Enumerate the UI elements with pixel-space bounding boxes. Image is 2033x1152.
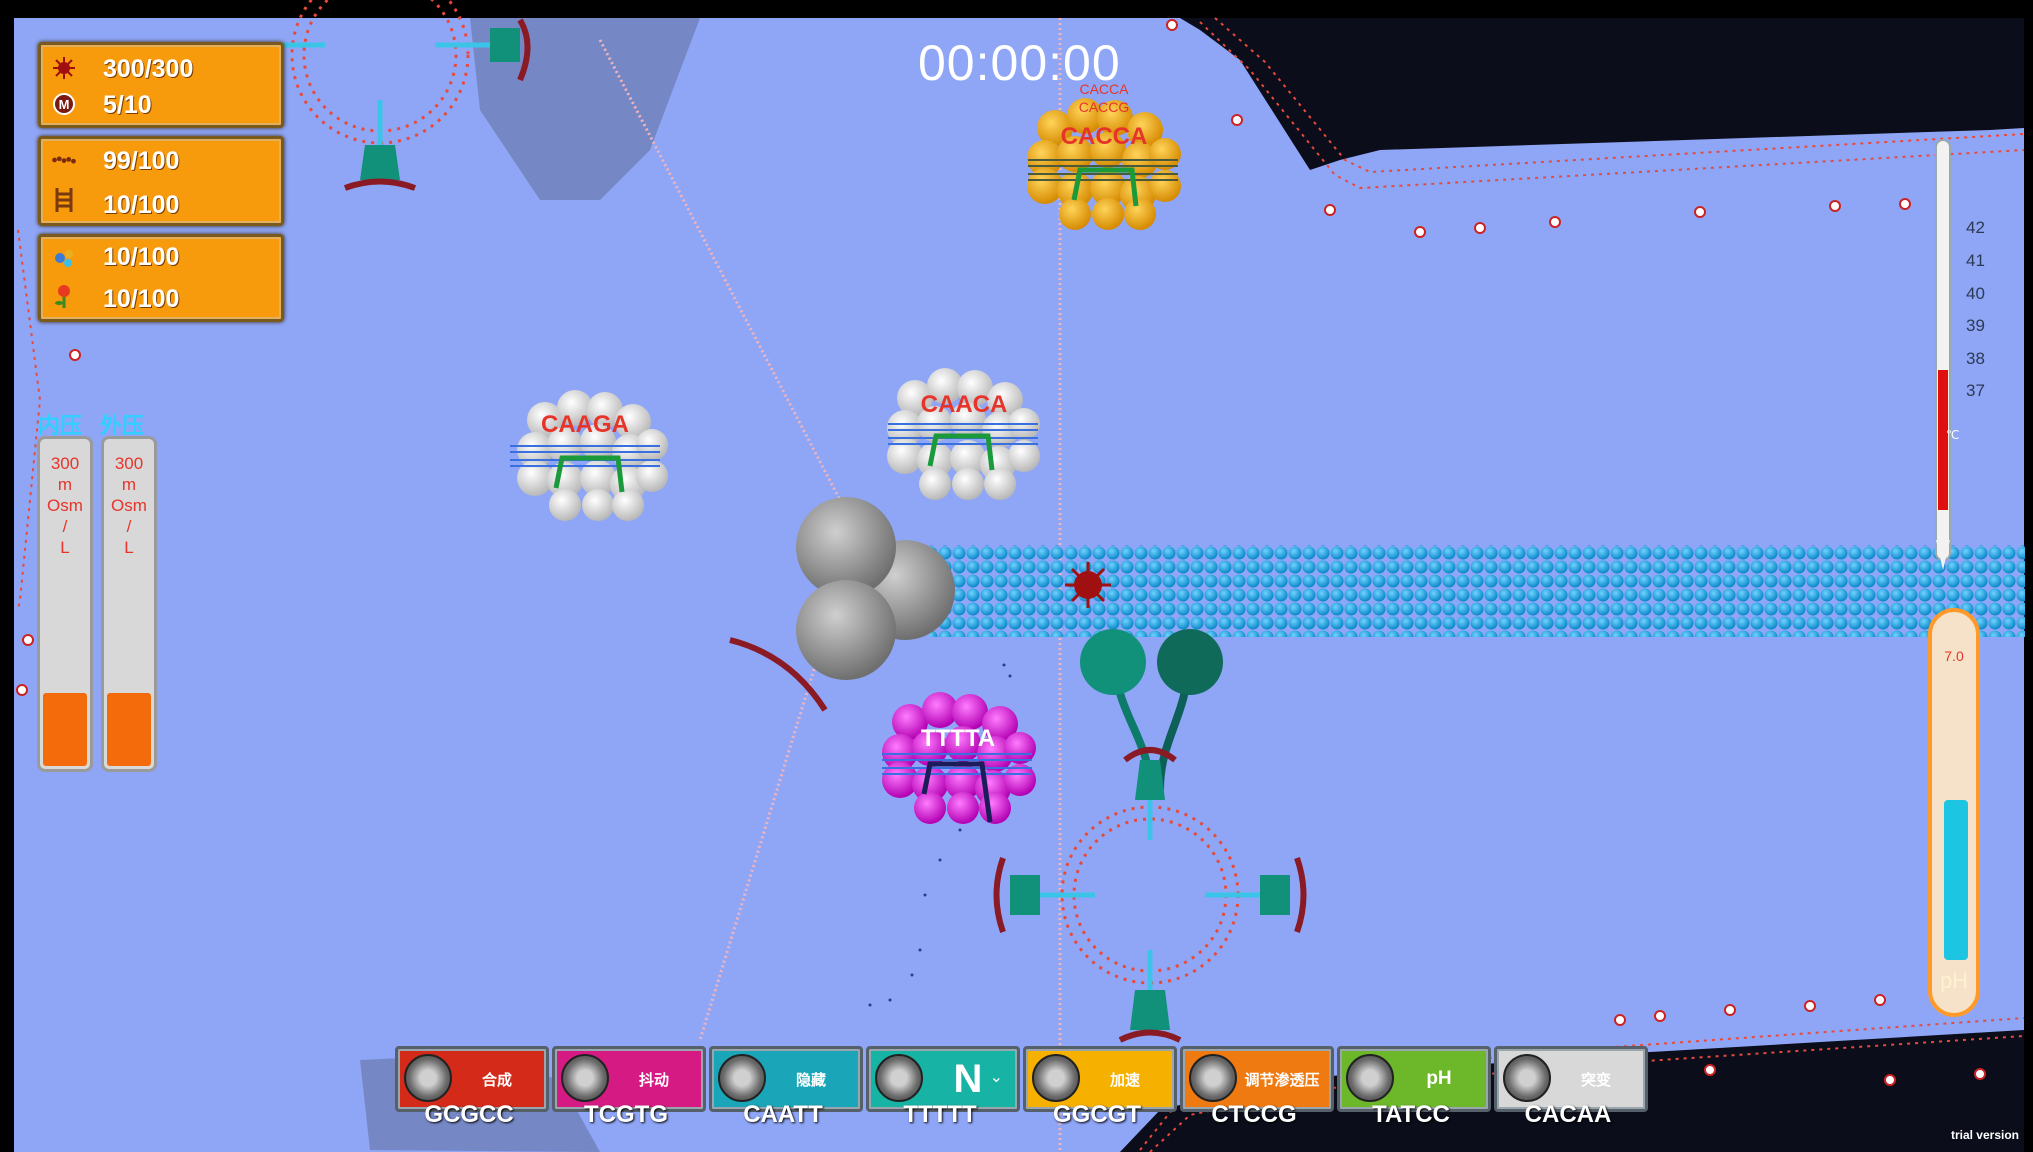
virus-icon	[1503, 1054, 1551, 1102]
resource-value: 10/100	[103, 243, 180, 271]
skill-code: TATCC	[1372, 1101, 1450, 1128]
inner-pressure-gauge: 300 m Osm / L	[37, 436, 93, 772]
resource-value: 300/300	[103, 55, 194, 83]
skill-label: 抖动	[638, 1071, 669, 1089]
skill-code: TCGTG	[584, 1101, 668, 1128]
complex-label: CAAGA	[541, 411, 629, 438]
skill-code: GCGCC	[424, 1101, 514, 1128]
virus-icon	[1189, 1054, 1237, 1102]
skill-label: 隐藏	[795, 1071, 826, 1089]
virus-icon	[875, 1054, 923, 1102]
watermark: trial version	[1950, 1128, 2019, 1142]
virus-icon	[1032, 1054, 1080, 1102]
skill-code: CAATT	[743, 1101, 823, 1128]
resource-value: 99/100	[103, 147, 180, 175]
resource-panel-1: 300/300 M 5/10	[38, 42, 284, 128]
floating-code: CACCG	[1079, 99, 1130, 115]
temp-tick: 42	[1966, 218, 1985, 237]
inner-pressure-fill	[43, 693, 87, 766]
virus-icon	[1346, 1054, 1394, 1102]
skill-code: GGCGT	[1053, 1101, 1141, 1128]
temp-tick: 37	[1966, 381, 1985, 400]
virus-icon	[561, 1054, 609, 1102]
game-timer: 00:00:00	[918, 35, 1121, 91]
flower-icon	[51, 283, 77, 309]
resource-panel-3: 10/100 10/100	[38, 234, 284, 322]
skill-code: TTTTT	[903, 1101, 977, 1128]
complex-label: TTTTA	[921, 725, 995, 752]
skill-label: 调节渗透压	[1244, 1071, 1320, 1089]
virus-icon	[718, 1054, 766, 1102]
complex-label: CAACA	[921, 391, 1008, 418]
outer-pressure-fill	[107, 693, 151, 766]
m-coin-icon: M	[51, 91, 77, 117]
resource-panel-2: 99/100 10/100	[38, 136, 284, 226]
resource-value: 5/10	[103, 91, 152, 119]
resource-value: 10/100	[103, 285, 180, 313]
molecule-icon	[51, 245, 77, 271]
skill-code: CTCCG	[1211, 1101, 1297, 1128]
ph-label: pH	[1939, 968, 1969, 993]
ph-meter	[1928, 608, 1980, 1017]
temp-tick: 41	[1966, 251, 1985, 270]
ph-value: 7.0	[1944, 648, 1964, 664]
inner-pressure-value: 300 m Osm / L	[47, 454, 83, 557]
temp-unit: ℃	[1946, 428, 1960, 442]
skill-label: pH	[1426, 1068, 1452, 1089]
skill-label: 合成	[481, 1071, 512, 1089]
complex-label: CACCA	[1061, 123, 1148, 150]
outer-pressure-gauge: 300 m Osm / L	[101, 436, 157, 772]
svg-text:M: M	[59, 97, 70, 112]
resource-value: 10/100	[103, 191, 180, 219]
temp-tick: 39	[1966, 316, 1985, 335]
skill-code: CACAA	[1524, 1101, 1612, 1128]
chevron-down-icon[interactable]: ⌄	[990, 1067, 1003, 1087]
outer-pressure-value: 300 m Osm / L	[111, 454, 147, 557]
virus-icon	[404, 1054, 452, 1102]
virus-icon	[51, 55, 77, 81]
thermometer	[1935, 139, 1951, 570]
temp-tick: 40	[1966, 284, 1985, 303]
temp-tick: 38	[1966, 349, 1985, 368]
ladder-icon	[51, 187, 77, 213]
skill-label: 突变	[1580, 1071, 1611, 1089]
skill-label: 加速	[1109, 1071, 1140, 1089]
game-scene: CAAGA CAACA CACCA CACCA CACCG TTTTA	[14, 0, 2025, 1152]
chain-icon	[51, 147, 77, 173]
